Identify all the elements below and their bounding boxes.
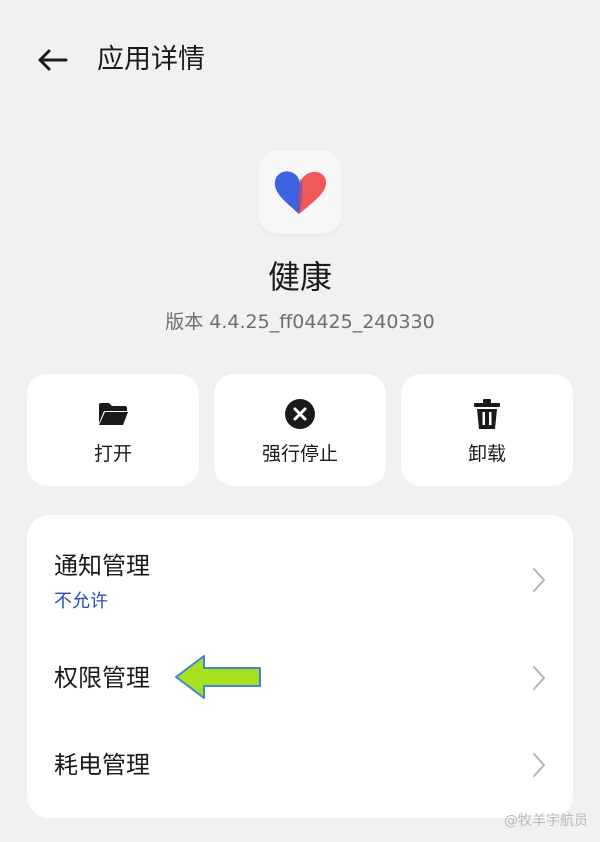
chevron-right-icon	[533, 568, 545, 592]
settings-item-label: 耗电管理	[54, 751, 150, 779]
annotation-arrow-icon	[175, 655, 261, 699]
settings-item-notification[interactable]: 通知管理 不允许	[27, 515, 573, 625]
app-icon	[258, 150, 342, 234]
folder-icon	[99, 403, 128, 425]
settings-list: 通知管理 不允许 权限管理 耗电管理	[27, 515, 573, 818]
open-button[interactable]: 打开	[27, 374, 199, 486]
settings-item-battery[interactable]: 耗电管理	[27, 725, 573, 818]
close-circle-icon	[285, 399, 315, 429]
settings-item-status: 不允许	[54, 591, 108, 612]
back-button[interactable]	[30, 40, 74, 80]
app-bar: 应用详情	[0, 0, 600, 120]
uninstall-button[interactable]: 卸载	[401, 374, 573, 486]
force-stop-label: 强行停止	[261, 443, 338, 465]
app-version: 版本 4.4.25_ff04425_240330	[165, 311, 435, 333]
settings-item-label: 权限管理	[54, 664, 150, 692]
action-bar: 打开 强行停止 卸载	[27, 374, 573, 486]
settings-item-permissions[interactable]: 权限管理	[27, 625, 573, 725]
open-label: 打开	[93, 443, 132, 465]
chevron-right-icon	[533, 666, 545, 690]
chevron-right-icon	[533, 753, 545, 777]
heart-icon	[274, 171, 327, 214]
settings-item-label: 通知管理	[54, 552, 150, 580]
arrow-left-icon	[38, 49, 68, 71]
watermark: @牧羊宇航员	[504, 813, 588, 829]
page-title: 应用详情	[97, 44, 205, 75]
uninstall-label: 卸载	[467, 443, 506, 465]
trash-icon	[474, 399, 500, 429]
app-name: 健康	[267, 258, 332, 296]
force-stop-button[interactable]: 强行停止	[214, 374, 386, 486]
